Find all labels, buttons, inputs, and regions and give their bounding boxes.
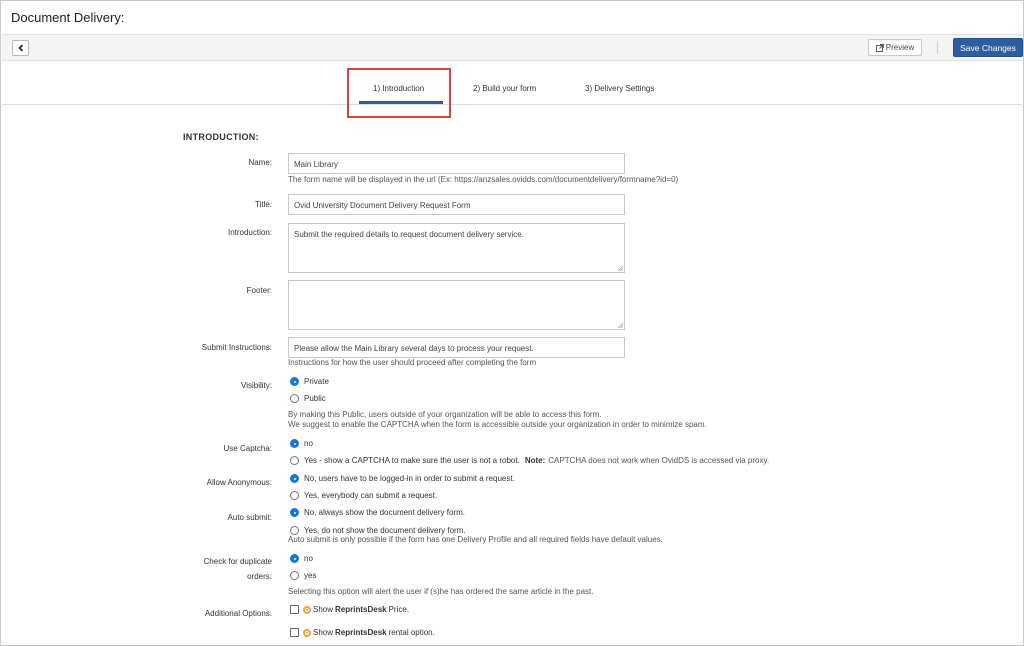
auto-submit-option-yes[interactable]: Yes, do not show the document delivery f…: [290, 526, 466, 535]
section-title: INTRODUCTION:: [183, 132, 259, 142]
option-show-reprintsdesk-price[interactable]: Show ReprintsDesk Price.: [290, 605, 409, 614]
check-duplicates-label-line-1: Check for duplicate: [203, 557, 272, 566]
duplicates-option-label: no: [304, 554, 313, 563]
captcha-option-label: Yes - show a CAPTCHA to make sure the us…: [304, 456, 520, 465]
toolbar: Preview Save Changes: [2, 34, 1023, 61]
option-prefix: Show: [313, 605, 334, 614]
chevron-left-icon: [17, 44, 23, 52]
back-button[interactable]: [12, 40, 29, 56]
visibility-option-public[interactable]: Public: [290, 394, 326, 403]
auto-submit-option-no[interactable]: No, always show the document delivery fo…: [290, 508, 465, 517]
preview-button[interactable]: Preview: [868, 39, 922, 56]
tab-build-your-form[interactable]: 2) Build your form: [473, 84, 536, 93]
duplicates-option-no[interactable]: no: [290, 554, 313, 563]
additional-options-label: Additional Options:: [204, 609, 272, 618]
tab-bar: 1) Introduction 2) Build your form 3) De…: [2, 61, 1022, 105]
captcha-note-text: CAPTCHA does not work when OvidDS is acc…: [548, 456, 770, 465]
radio-selected[interactable]: [290, 439, 299, 448]
allow-anonymous-label: Allow Anonymous:: [206, 478, 272, 487]
option-suffix: rental option.: [388, 628, 435, 637]
submit-instructions-label: Submit Instructions:: [201, 343, 272, 352]
highlight-annotation-box: [347, 68, 451, 118]
option-brand: ReprintsDesk: [335, 605, 387, 614]
option-suffix: Price.: [388, 605, 410, 614]
title-label: Title:: [254, 200, 272, 209]
preview-label: Preview: [885, 43, 915, 52]
visibility-label: Visibility:: [241, 381, 272, 390]
visibility-help-line-2: We suggest to enable the CAPTCHA when th…: [288, 420, 707, 429]
use-captcha-label: Use Captcha:: [223, 444, 272, 453]
option-show-reprintsdesk-rental[interactable]: Show ReprintsDesk rental option.: [290, 628, 435, 637]
introduction-label: Introduction:: [227, 228, 272, 237]
captcha-note-label: Note:: [524, 456, 546, 465]
anonymous-option-no[interactable]: No, users have to be logged-in in order …: [290, 474, 515, 483]
reprintsdesk-logo-icon: [303, 628, 311, 637]
name-input[interactable]: Main Library: [288, 153, 625, 174]
anonymous-option-label: Yes, everybody can submit a request.: [304, 491, 438, 500]
visibility-option-label: Private: [304, 377, 329, 386]
reprintsdesk-logo-icon: [303, 605, 311, 614]
save-changes-button[interactable]: Save Changes: [953, 38, 1023, 57]
introduction-text: Submit the required details to request d…: [294, 230, 524, 239]
captcha-option-yes[interactable]: Yes - show a CAPTCHA to make sure the us…: [290, 456, 769, 465]
resize-grip-icon[interactable]: [617, 322, 623, 328]
submit-instructions-input[interactable]: Please allow the Main Library several da…: [288, 337, 625, 358]
page-title: Document Delivery:: [11, 10, 125, 25]
radio-unselected[interactable]: [290, 394, 299, 403]
checkbox[interactable]: [290, 628, 299, 637]
duplicates-option-label: yes: [304, 571, 317, 580]
submit-instructions-help-text: Instructions for how the user should pro…: [288, 358, 537, 367]
title-input[interactable]: Ovid University Document Delivery Reques…: [288, 194, 625, 215]
footer-textarea[interactable]: [288, 280, 625, 330]
auto-submit-help-text: Auto submit is only possible if the form…: [288, 535, 663, 544]
checkbox[interactable]: [290, 605, 299, 614]
radio-selected[interactable]: [290, 554, 299, 563]
radio-unselected[interactable]: [290, 526, 299, 535]
radio-selected[interactable]: [290, 474, 299, 483]
captcha-option-label: no: [304, 439, 313, 448]
name-help-text: The form name will be displayed in the u…: [288, 175, 679, 184]
option-prefix: Show: [313, 628, 334, 637]
visibility-help-line-1: By making this Public, users outside of …: [288, 410, 602, 419]
footer-label: Footer:: [246, 286, 272, 295]
resize-grip-icon[interactable]: [617, 265, 623, 271]
radio-selected[interactable]: [290, 508, 299, 517]
option-brand: ReprintsDesk: [335, 628, 387, 637]
visibility-option-private[interactable]: Private: [290, 377, 329, 386]
name-label: Name:: [248, 158, 272, 167]
radio-unselected[interactable]: [290, 491, 299, 500]
visibility-option-label: Public: [304, 394, 326, 403]
check-duplicates-label-line-2: orders:: [247, 572, 272, 581]
duplicates-option-yes[interactable]: yes: [290, 571, 316, 580]
anonymous-option-label: No, users have to be logged-in in order …: [304, 474, 515, 483]
auto-submit-option-label: No, always show the document delivery fo…: [304, 508, 465, 517]
radio-unselected[interactable]: [290, 571, 299, 580]
auto-submit-option-label: Yes, do not show the document delivery f…: [304, 526, 466, 535]
app-window: Document Delivery: Preview Save Changes …: [0, 0, 1024, 646]
external-link-icon: [875, 43, 884, 52]
captcha-option-no[interactable]: no: [290, 439, 313, 448]
introduction-textarea[interactable]: Submit the required details to request d…: [288, 223, 625, 273]
tab-delivery-settings[interactable]: 3) Delivery Settings: [585, 84, 654, 93]
toolbar-divider: [937, 41, 938, 54]
check-duplicates-help-text: Selecting this option will alert the use…: [288, 587, 594, 596]
radio-selected[interactable]: [290, 377, 299, 386]
auto-submit-label: Auto submit:: [227, 513, 272, 522]
radio-unselected[interactable]: [290, 456, 299, 465]
anonymous-option-yes[interactable]: Yes, everybody can submit a request.: [290, 491, 437, 500]
